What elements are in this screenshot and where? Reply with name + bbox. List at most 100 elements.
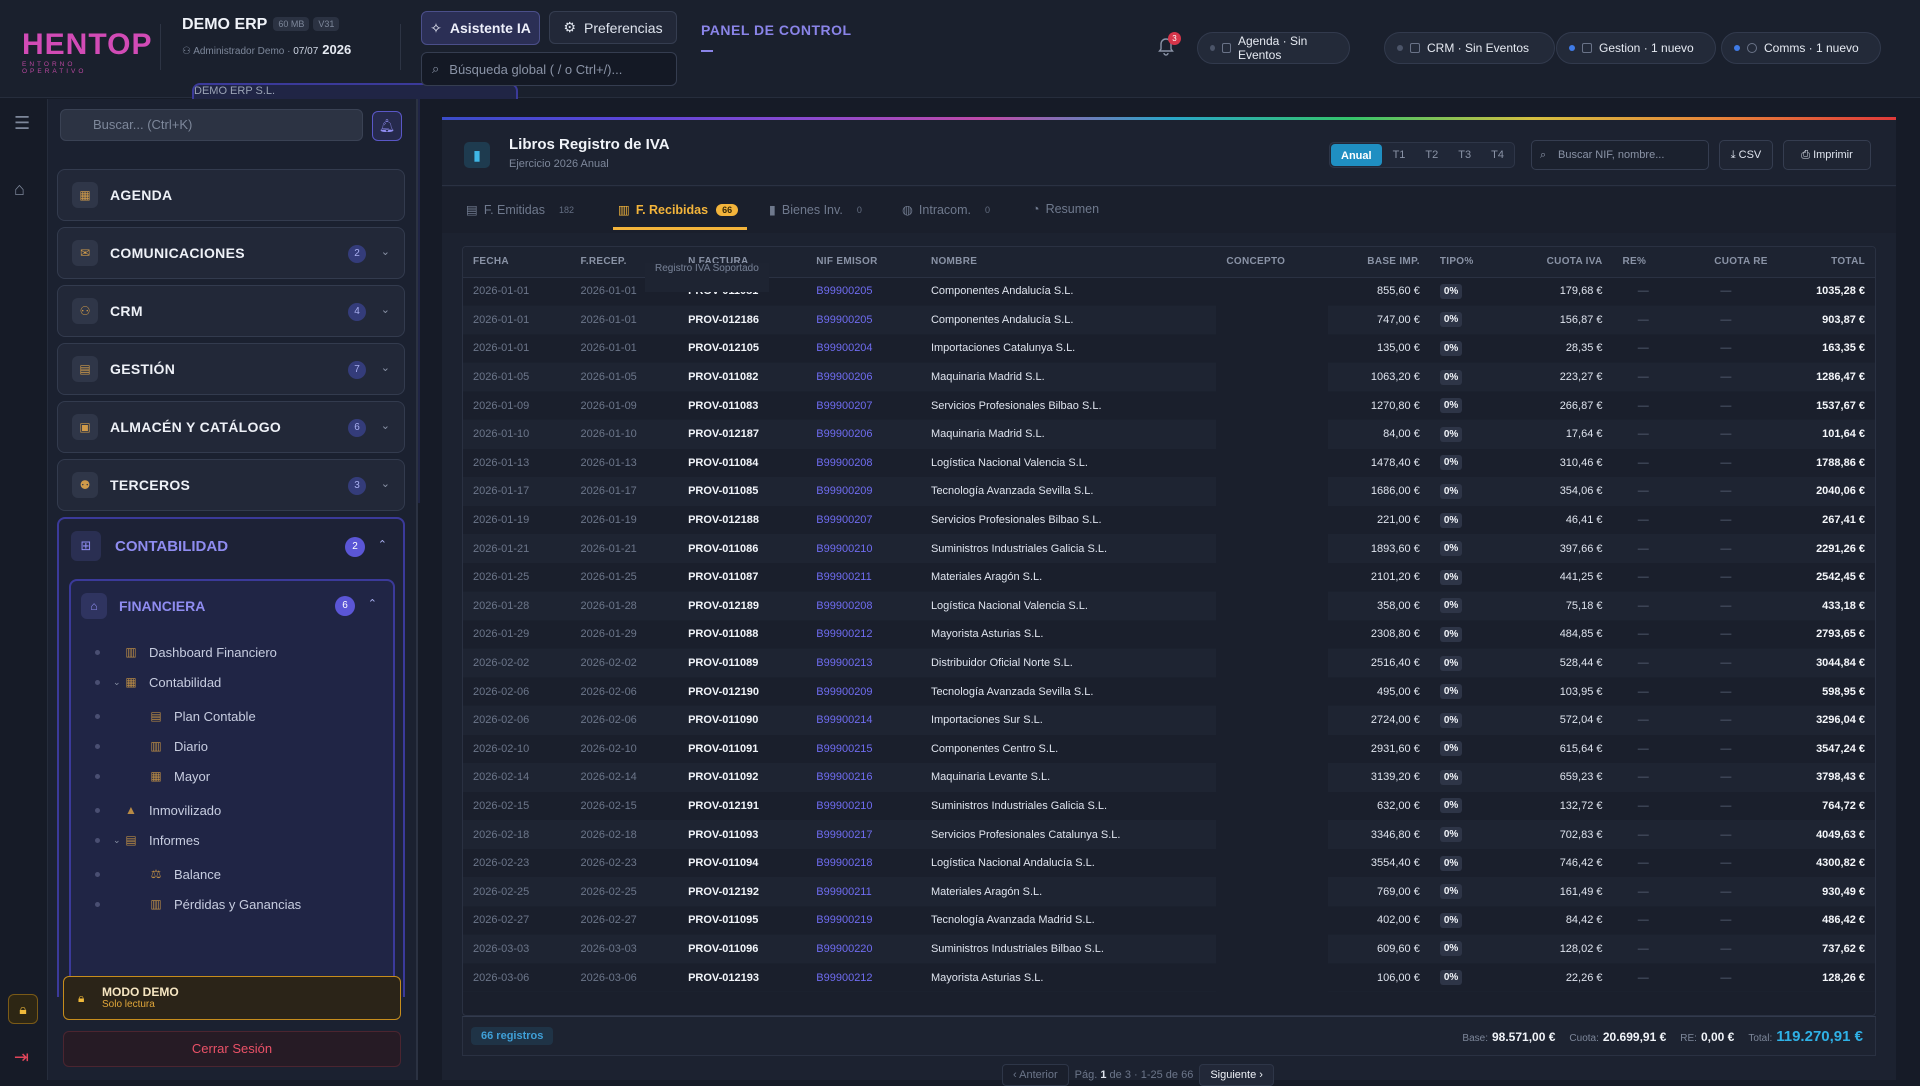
table-row[interactable]: 2026-02-23 2026-02-23 PROV-011094 B99900218… xyxy=(463,263,1875,878)
status-pill-agenda[interactable]: Agenda · Sin Eventos xyxy=(1197,32,1350,64)
chevron-up-icon[interactable]: ⌃ xyxy=(368,597,377,610)
sidebar-item-inmovilizado[interactable]: ▲ Inmovilizado xyxy=(95,800,221,820)
tax-rate-badge: 0% xyxy=(1439,912,1463,928)
sidebar-item-contabilidad[interactable]: ⌄ ▦ Contabilidad xyxy=(95,672,221,692)
nif-search-input[interactable]: ⌕ Buscar NIF, nombre... xyxy=(1531,140,1709,170)
previous-page-button[interactable]: ‹ Anterior xyxy=(1002,1064,1069,1086)
sidebar-section-comunicaciones[interactable]: ✉ COMUNICACIONES 2 ⌄ xyxy=(57,227,405,279)
sidebar-item-balance[interactable]: ⚖ Balance xyxy=(95,864,221,884)
global-search-input[interactable]: ⌕ Búsqueda global ( / o Ctrl+/)... xyxy=(421,52,677,86)
table-cell: 2026-01-21 xyxy=(463,534,571,564)
next-page-button[interactable]: Siguiente › xyxy=(1199,1064,1274,1086)
column-header[interactable]: RE% xyxy=(1612,247,1675,278)
contabilidad-header[interactable]: ⊞ CONTABILIDAD xyxy=(71,531,228,561)
lock-icon: 🔒︎ xyxy=(78,991,85,1005)
menu-icon[interactable]: ☰ xyxy=(14,113,30,134)
period-anual[interactable]: Anual xyxy=(1331,144,1382,166)
table-row[interactable]: 2026-01-25 2026-01-25 PROV-011087 B99900211… xyxy=(463,263,1875,593)
status-pill-comms[interactable]: Comms · 1 nuevo xyxy=(1721,32,1881,64)
tab-intracomunitarias[interactable]: ◍ Intracom. 0 xyxy=(902,202,990,218)
sidebar-section-crm[interactable]: ⚇ CRM 4 ⌄ xyxy=(57,285,405,337)
tab-resumen[interactable]: ◔ Resumen xyxy=(1032,202,1099,216)
table-row[interactable]: 2026-02-06 2026-02-06 PROV-011090 B99900214… xyxy=(463,263,1875,735)
column-header[interactable]: FECHA xyxy=(463,247,571,278)
sidebar-item-mayor[interactable]: ▦ Mayor xyxy=(95,766,210,786)
column-header[interactable]: NIF EMISOR xyxy=(806,247,921,278)
table-row[interactable]: 2026-02-27 2026-02-27 PROV-011095 B99900219… xyxy=(463,263,1875,936)
period-t2[interactable]: T2 xyxy=(1415,143,1448,167)
table-row[interactable]: 2026-01-19 2026-01-19 PROV-012188 B99900207… xyxy=(463,263,1875,535)
lock-icon[interactable]: 🔒︎ xyxy=(8,994,38,1024)
table-row[interactable]: 2026-01-21 2026-01-21 PROV-011086 B99900210… xyxy=(463,263,1875,564)
period-t1[interactable]: T1 xyxy=(1383,143,1416,167)
bank-icon: ⌂ xyxy=(81,593,107,619)
column-header[interactable]: NOMBRE xyxy=(920,247,1217,278)
table-cell: B99900207 xyxy=(806,391,921,421)
sidebar-section-gestion[interactable]: ▤ GESTIÓN 7 ⌄ xyxy=(57,343,405,395)
logout-button[interactable]: Cerrar Sesión xyxy=(63,1031,401,1067)
table-row[interactable]: 2026-01-01 2026-01-01 PROV-012186 B99900205… xyxy=(463,263,1875,335)
table-row[interactable]: 2026-01-05 2026-01-05 PROV-011082 B99900206… xyxy=(463,263,1875,392)
period-t3[interactable]: T3 xyxy=(1448,143,1481,167)
table-row[interactable]: 2026-01-29 2026-01-29 PROV-011088 B99900212… xyxy=(463,263,1875,650)
table-row[interactable]: 2026-02-06 2026-02-06 PROV-012190 B99900209… xyxy=(463,263,1875,707)
csv-export-button[interactable]: ⤓ CSV xyxy=(1719,140,1773,170)
table-row[interactable]: 2026-03-03 2026-03-03 PROV-011096 B99900220… xyxy=(463,263,1875,964)
notifications-bell[interactable]: 3 xyxy=(1158,32,1181,58)
column-header[interactable]: TOTAL xyxy=(1777,247,1875,278)
column-header[interactable]: CONCEPTO xyxy=(1216,247,1328,278)
table-row[interactable]: 2026-01-01 2026-01-01 PROV-012105 B99900204… xyxy=(463,263,1875,364)
table-row[interactable]: 2026-01-28 2026-01-28 PROV-012189 B99900208… xyxy=(463,263,1875,621)
sidebar-section-terceros[interactable]: ⚉ TERCEROS 3 ⌄ xyxy=(57,459,405,511)
table-row[interactable]: 2026-03-06 2026-03-06 PROV-012193 B99900212… xyxy=(463,263,1875,993)
scale-icon: ⚖ xyxy=(150,867,162,881)
sidebar-search-input[interactable]: Buscar... (Ctrl+K) xyxy=(60,109,363,141)
column-header[interactable]: CUOTA RE xyxy=(1674,247,1778,278)
table-row[interactable]: 2026-02-25 2026-02-25 PROV-012192 B99900211… xyxy=(463,263,1875,907)
print-button[interactable]: ⎙ Imprimir xyxy=(1783,140,1871,170)
column-header[interactable]: BASE IMP. xyxy=(1327,247,1430,278)
table-row[interactable]: 2026-02-18 2026-02-18 PROV-011093 B99900217… xyxy=(463,263,1875,850)
subsection-count-badge: 6 xyxy=(335,596,355,616)
ai-assistant-button[interactable]: ✧ Asistente IA xyxy=(421,11,540,45)
financiera-header[interactable]: ⌂ FINANCIERA xyxy=(81,593,205,619)
notification-count-badge: 3 xyxy=(1168,32,1181,45)
sidebar-item-perdidas-ganancias[interactable]: ▥ Pérdidas y Ganancias xyxy=(95,894,301,914)
preferences-button[interactable]: ⚙ Preferencias xyxy=(549,11,677,44)
sidebar-item-informes[interactable]: ⌄ ▤ Informes xyxy=(95,830,200,850)
logout-icon[interactable]: ⇥ xyxy=(14,1047,29,1068)
sidebar-notification-button[interactable]: 🔔︎ xyxy=(372,111,402,141)
table-row[interactable]: 2026-02-10 2026-02-10 PROV-011091 B99900215… xyxy=(463,263,1875,764)
table-cell: 0% xyxy=(1429,734,1506,764)
sidebar-section-almacen[interactable]: ▣ ALMACÉN Y CATÁLOGO 6 ⌄ xyxy=(57,401,405,453)
table-row[interactable]: 2026-02-15 2026-02-15 PROV-012191 B99900210… xyxy=(463,263,1875,821)
table-row[interactable]: 2026-01-17 2026-01-17 PROV-011085 B99900209… xyxy=(463,263,1875,507)
table-row[interactable]: 2026-02-02 2026-02-02 PROV-011089 B99900213… xyxy=(463,263,1875,678)
home-icon[interactable]: ⌂ xyxy=(14,179,25,200)
calculator-icon: ⊞ xyxy=(71,531,101,561)
table-row[interactable]: 2026-01-10 2026-01-10 PROV-012187 B99900206… xyxy=(463,263,1875,450)
company-info: DEMO ERP 60 MB V31 DEMO ERP S.L. ⚇ Adminis… xyxy=(182,16,518,503)
sidebar-item-dashboard-financiero[interactable]: ▥ Dashboard Financiero xyxy=(95,642,277,662)
sidebar-section-agenda[interactable]: ▦ AGENDA xyxy=(57,169,405,221)
tab-bienes-inversion[interactable]: ▮ Bienes Inv. 0 xyxy=(769,202,862,218)
table-cell: — xyxy=(1612,705,1675,735)
table-row[interactable]: 2026-01-09 2026-01-09 PROV-011083 B99900207… xyxy=(463,263,1875,421)
pagination: ‹ Anterior Pág. 1 de 3 · 1-25 de 66 Sigu… xyxy=(1002,1064,1274,1086)
status-dot xyxy=(1210,45,1216,51)
table-row[interactable]: 2026-02-14 2026-02-14 PROV-011092 B99900216… xyxy=(463,263,1875,793)
brand-logo[interactable]: HENTOP ENTORNO OPERATIVO xyxy=(22,30,151,76)
chevron-up-icon[interactable]: ⌃ xyxy=(378,538,387,551)
column-header[interactable]: CUOTA IVA xyxy=(1505,247,1613,278)
tab-facturas-emitidas[interactable]: ▤ F. Emitidas 182 xyxy=(466,202,574,218)
tab-facturas-recibidas[interactable]: ▥ F. Recibidas 66 xyxy=(618,202,739,217)
panel-title[interactable]: PANEL DE CONTROL xyxy=(701,22,852,38)
period-t4[interactable]: T4 xyxy=(1481,143,1514,167)
sidebar-item-diario[interactable]: ▥ Diario xyxy=(95,736,208,756)
sidebar-item-plan-contable[interactable]: ▤ Plan Contable xyxy=(95,706,256,726)
table-row[interactable]: 2026-01-13 2026-01-13 PROV-011084 B99900208… xyxy=(463,263,1875,478)
column-header[interactable]: TIPO% xyxy=(1429,247,1506,278)
status-pill-gestion[interactable]: Gestion · 1 nuevo xyxy=(1556,32,1716,64)
status-pill-crm[interactable]: CRM · Sin Eventos xyxy=(1384,32,1555,64)
table-cell: PROV-011095 xyxy=(678,906,807,936)
